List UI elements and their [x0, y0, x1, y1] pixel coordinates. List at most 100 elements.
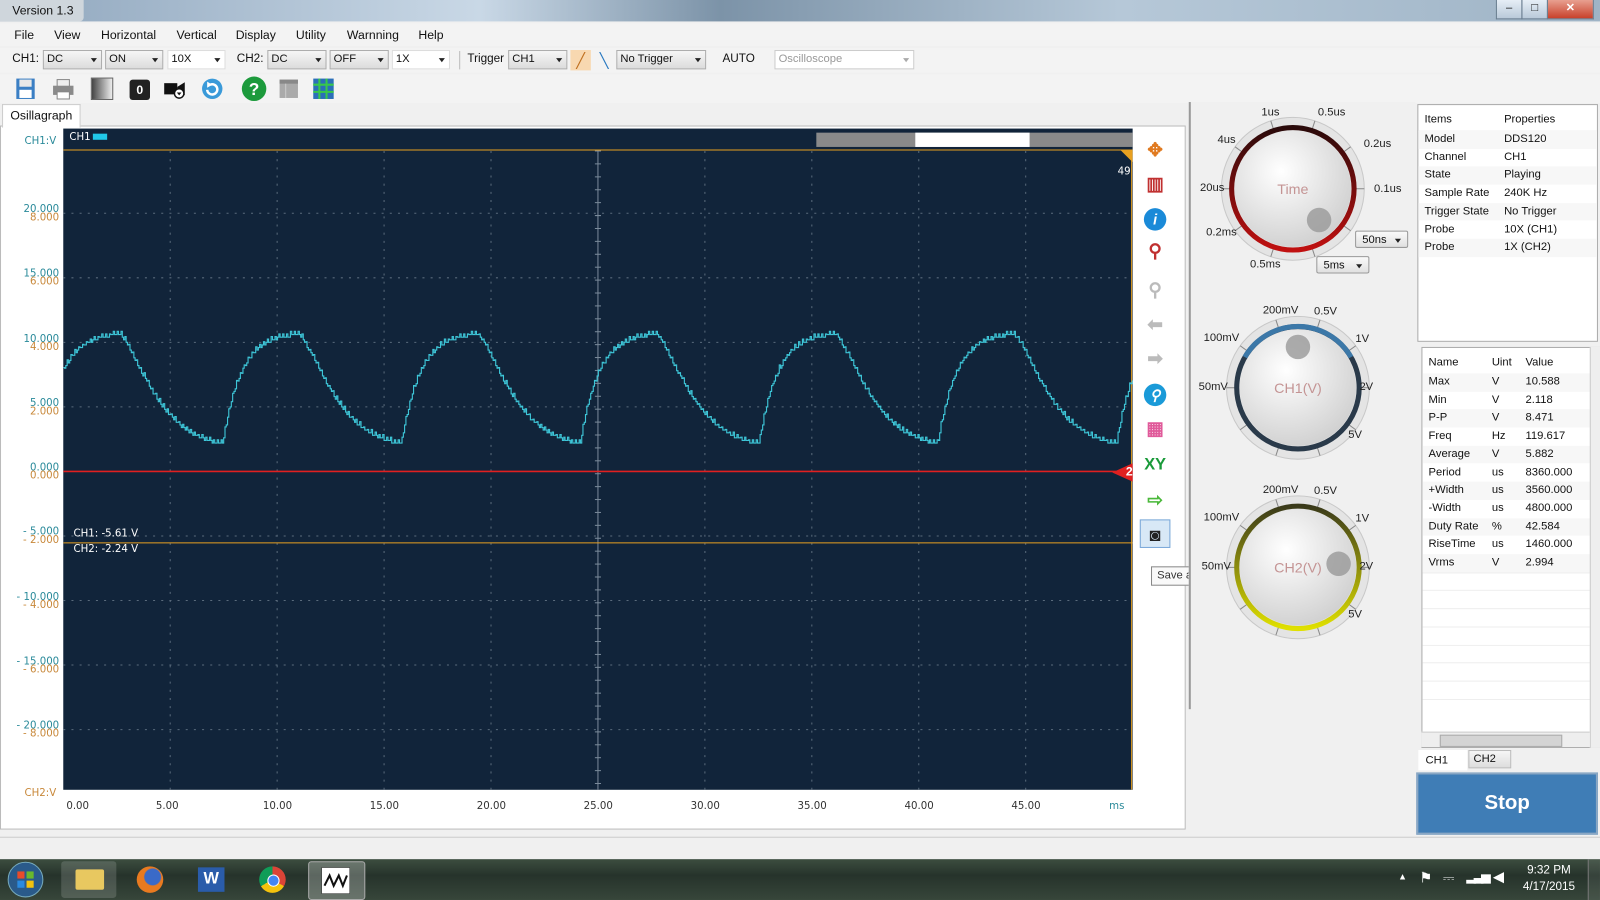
- table-row[interactable]: Average V 5.882: [1422, 445, 1599, 464]
- table-cell: Probe: [1424, 222, 1455, 236]
- table-row[interactable]: Probe 1X (CH2): [1418, 238, 1597, 258]
- table-row[interactable]: Vrms V 2.994: [1422, 554, 1599, 573]
- show-hidden-icons[interactable]: ▲: [1398, 871, 1407, 881]
- ch2-coupling-select[interactable]: DC: [267, 49, 327, 70]
- camera-icon[interactable]: ◙: [1139, 519, 1171, 548]
- zoom-in-icon[interactable]: ⚲: [1140, 237, 1171, 266]
- help-icon[interactable]: ?: [241, 76, 268, 103]
- time-coarse-select[interactable]: 5ms: [1316, 256, 1370, 274]
- trigger-mode-select[interactable]: No Trigger: [616, 49, 707, 70]
- table-row[interactable]: P-P V 8.471: [1422, 409, 1599, 428]
- panel-icon[interactable]: [278, 78, 300, 100]
- search-icon[interactable]: ⚲: [1140, 380, 1171, 409]
- stop-button[interactable]: Stop: [1416, 772, 1598, 835]
- instrument-select[interactable]: Oscilloscope: [774, 49, 915, 70]
- menu-help[interactable]: Help: [418, 28, 443, 42]
- ch1-probe-select[interactable]: 10X: [167, 49, 226, 70]
- zero-icon[interactable]: 0: [129, 79, 150, 100]
- table-row[interactable]: Trigger State No Trigger: [1418, 202, 1597, 221]
- power-icon[interactable]: ⎓: [1443, 869, 1454, 886]
- measurements-horizontal-scrollbar[interactable]: [1421, 731, 1590, 747]
- table-row[interactable]: Probe 10X (CH1): [1418, 221, 1597, 239]
- show-desktop-button[interactable]: [1587, 859, 1600, 900]
- video-camera-icon[interactable]: [163, 78, 185, 100]
- table-row[interactable]: Period us 8360.000: [1422, 464, 1599, 482]
- chrome-icon[interactable]: [245, 861, 300, 898]
- zoom-out-icon[interactable]: ⚲: [1140, 276, 1171, 305]
- clock-time[interactable]: 9:32 PM: [1518, 864, 1579, 876]
- ch1-coupling-select[interactable]: DC: [42, 49, 103, 70]
- info-icon[interactable]: i: [1140, 204, 1171, 233]
- time-fine-select[interactable]: 50ns: [1355, 230, 1409, 248]
- time-knob[interactable]: Time: [1206, 102, 1379, 275]
- maximize-icon[interactable]: □: [1521, 0, 1548, 20]
- refresh-icon[interactable]: [201, 78, 223, 100]
- ch1-state-select[interactable]: ON: [105, 49, 164, 70]
- oscilloscope-plot[interactable]: CH1 49 CH1: -5.61 V CH2: -2.24 V 2: [63, 128, 1133, 790]
- ch2-probe-select[interactable]: 1X: [391, 49, 450, 70]
- oscilloscope-app-icon[interactable]: [308, 861, 366, 900]
- scrollbar-thumb[interactable]: [1439, 734, 1563, 747]
- table-row[interactable]: Sample Rate 240K Hz: [1418, 185, 1597, 203]
- menu-view[interactable]: View: [54, 28, 80, 42]
- tab-ch1[interactable]: CH1: [1418, 749, 1468, 771]
- knob-scale-label: 200mV: [1262, 304, 1299, 317]
- column-header: Value: [1525, 356, 1554, 369]
- ruler-icon[interactable]: ▥: [1140, 169, 1171, 198]
- file-explorer-icon[interactable]: [61, 861, 117, 898]
- knob-scale-label: 1V: [1355, 512, 1370, 525]
- table-row[interactable]: -Width us 4800.000: [1422, 500, 1599, 518]
- minimize-icon[interactable]: –: [1495, 0, 1523, 20]
- table-cell: 2.118: [1525, 393, 1553, 406]
- table-row[interactable]: State Playing: [1418, 166, 1597, 185]
- menu-file[interactable]: File: [14, 28, 34, 42]
- table-row[interactable]: +Width us 3560.000: [1422, 481, 1599, 500]
- menu-utility[interactable]: Utility: [296, 28, 326, 42]
- table-row[interactable]: Freq Hz 119.617: [1422, 428, 1599, 446]
- move-icon[interactable]: ✥: [1140, 136, 1171, 165]
- menu-display[interactable]: Display: [236, 28, 276, 42]
- view-position-bar[interactable]: [816, 132, 1133, 147]
- export-icon[interactable]: ⇨: [1140, 486, 1171, 515]
- rising-edge-icon[interactable]: ╱: [570, 49, 591, 71]
- table-cell: Hz: [1491, 429, 1506, 442]
- image-icon[interactable]: ▦: [1140, 414, 1171, 443]
- tab-ch2[interactable]: CH2: [1468, 749, 1512, 769]
- measurements-vertical-scrollbar[interactable]: [1589, 346, 1600, 748]
- tab-osillagraph[interactable]: Osillagraph: [2, 104, 81, 128]
- word-icon[interactable]: W: [184, 861, 239, 898]
- plot-channel-label: CH1: [69, 131, 91, 143]
- menu-vertical[interactable]: Vertical: [177, 28, 217, 42]
- table-row[interactable]: Model DDS120: [1418, 130, 1597, 149]
- network-signal-icon[interactable]: ▂▃▅: [1466, 869, 1490, 883]
- table-row[interactable]: Min V 2.118: [1422, 392, 1599, 410]
- table-row[interactable]: RiseTime us 1460.000: [1422, 536, 1599, 554]
- falling-edge-icon[interactable]: ╲: [594, 50, 614, 70]
- gradient-icon[interactable]: [90, 77, 114, 100]
- table-row[interactable]: Duty Rate% 42.584: [1422, 517, 1599, 536]
- print-icon[interactable]: [52, 78, 74, 100]
- left-arrow-icon[interactable]: ⬅: [1140, 310, 1171, 339]
- auto-label[interactable]: AUTO: [722, 53, 754, 65]
- volume-icon[interactable]: ◀: [1493, 868, 1504, 885]
- table-cell: Average: [1428, 447, 1471, 460]
- firefox-icon[interactable]: [122, 861, 177, 898]
- xy-icon[interactable]: XY: [1140, 451, 1171, 480]
- search-icon-glyph: ⚲: [1143, 383, 1167, 407]
- menu-warnning[interactable]: Warnning: [347, 28, 399, 42]
- grid-icon[interactable]: [312, 78, 334, 100]
- close-icon[interactable]: ✕: [1546, 0, 1594, 20]
- table-row[interactable]: Channel CH1: [1418, 149, 1597, 167]
- table-row[interactable]: Max V 10.588: [1422, 373, 1599, 392]
- action-center-flag-icon[interactable]: ⚑: [1419, 869, 1432, 886]
- save-icon[interactable]: [14, 78, 36, 100]
- windows-start-icon[interactable]: [6, 860, 45, 899]
- ch2-state-select[interactable]: OFF: [329, 49, 389, 70]
- clock-date[interactable]: 4/17/2015: [1518, 881, 1579, 893]
- view-window-handle[interactable]: [915, 132, 1030, 147]
- menu-horizontal[interactable]: Horizontal: [101, 28, 156, 42]
- trigger-source-select[interactable]: CH1: [508, 49, 568, 70]
- knob-scale-label: 0.2ms: [1206, 226, 1237, 239]
- trigger-position-marker[interactable]: [1120, 149, 1133, 163]
- right-arrow-icon[interactable]: ➡: [1140, 344, 1171, 373]
